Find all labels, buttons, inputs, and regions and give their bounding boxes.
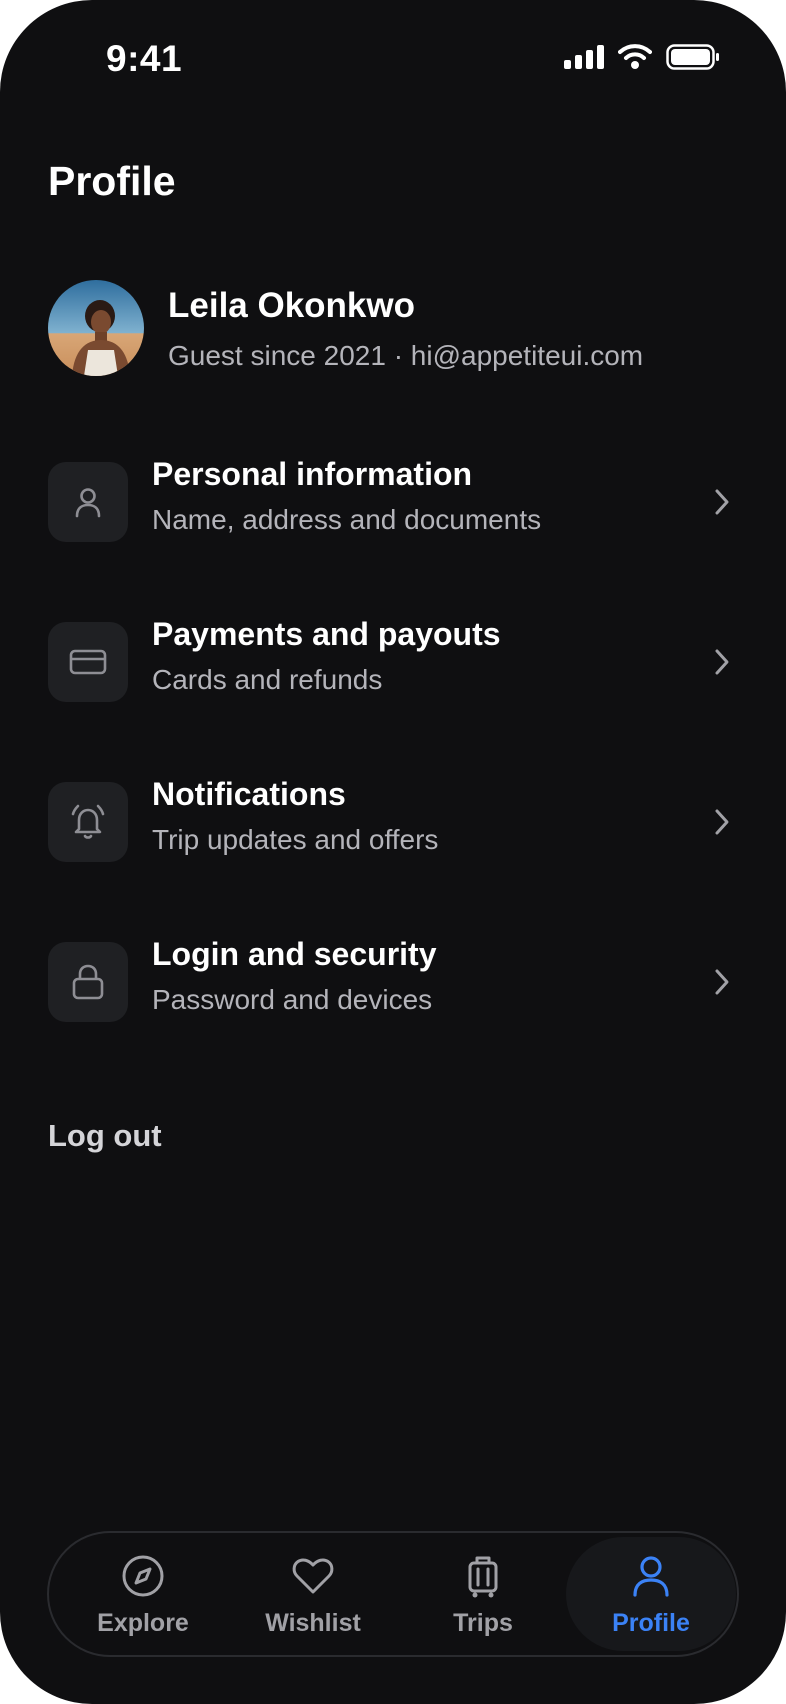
cellular-signal-icon: [564, 45, 604, 69]
chevron-right-icon: [706, 646, 738, 678]
chevron-right-icon: [706, 966, 738, 998]
menu-icon-container: [48, 622, 128, 702]
user-name: Leila Okonkwo: [168, 286, 415, 325]
tab-wishlist[interactable]: Wishlist: [228, 1537, 398, 1651]
bell-icon: [71, 804, 105, 839]
heart-icon: [292, 1558, 334, 1594]
wifi-icon: [618, 44, 652, 69]
chevron-right-icon: [706, 806, 738, 838]
menu-item-notifications[interactable]: Notifications Trip updates and offers: [48, 776, 738, 862]
page-title: Profile: [48, 158, 176, 204]
user-icon: [75, 488, 101, 518]
tab-explore[interactable]: Explore: [58, 1537, 228, 1651]
menu-item-subtitle: Name, address and documents: [152, 504, 542, 535]
menu-icon-container: [48, 462, 128, 542]
status-icons: [564, 44, 720, 70]
tab-label: Wishlist: [265, 1609, 361, 1637]
menu-item-title: Notifications: [152, 776, 346, 812]
chevron-right-icon: [706, 486, 738, 518]
phone-screen: 9:41 Profile Leila Okonkwo Guest since 2…: [0, 0, 786, 1704]
menu-item-subtitle: Cards and refunds: [152, 664, 383, 695]
battery-icon: [666, 44, 719, 70]
suitcase-icon: [468, 1556, 498, 1598]
credit-card-icon: [69, 649, 107, 675]
logout-button[interactable]: Log out: [48, 1118, 162, 1154]
lock-icon: [72, 964, 104, 1000]
menu-item-title: Personal information: [152, 456, 473, 492]
menu-item-title: Payments and payouts: [152, 616, 501, 652]
menu-item-title: Login and security: [152, 936, 437, 972]
menu-icon-container: [48, 782, 128, 862]
status-time: 9:41: [106, 38, 183, 79]
tab-trips[interactable]: Trips: [398, 1537, 568, 1651]
tab-label: Profile: [612, 1609, 690, 1637]
menu-item-payments-and-payouts[interactable]: Payments and payouts Cards and refunds: [48, 616, 738, 702]
menu-item-personal-information[interactable]: Personal information Name, address and d…: [48, 456, 738, 542]
tab-profile[interactable]: Profile: [566, 1537, 736, 1651]
user-subtitle: Guest since 2021 · hi@appetiteui.com: [168, 340, 644, 371]
tab-label: Trips: [453, 1609, 513, 1637]
menu-icon-container: [48, 942, 128, 1022]
menu-item-subtitle: Password and devices: [152, 984, 433, 1015]
menu-item-login-and-security[interactable]: Login and security Password and devices: [48, 936, 738, 1022]
avatar[interactable]: [48, 280, 144, 376]
user-icon: [633, 1556, 669, 1597]
compass-icon: [122, 1555, 164, 1597]
menu-item-subtitle: Trip updates and offers: [152, 824, 439, 855]
tab-label: Explore: [97, 1609, 189, 1637]
bottom-tab-bar: Explore Wishlist Trips Profile: [47, 1531, 739, 1657]
